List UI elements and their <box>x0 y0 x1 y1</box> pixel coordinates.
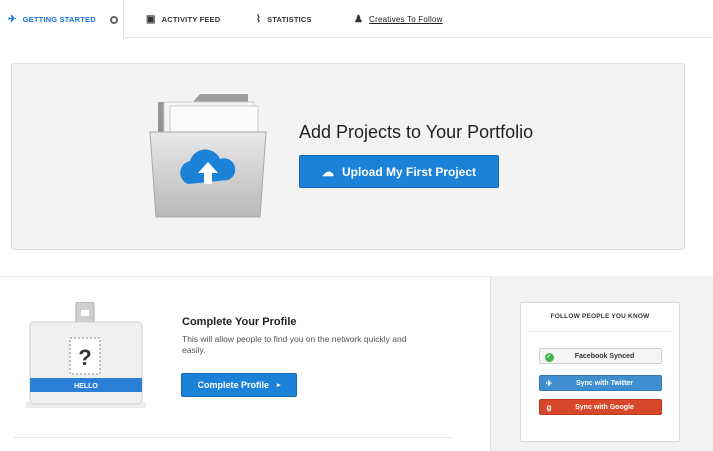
tab-bar: ✈ GETTING STARTED ▣ ACTIVITY FEED ⌇ STAT… <box>0 0 713 39</box>
facebook-label: Facebook Synced <box>574 352 635 360</box>
gear-icon[interactable] <box>109 15 118 24</box>
follow-sidebar: FOLLOW PEOPLE YOU KNOW ✓ Facebook Synced… <box>490 276 713 451</box>
complete-profile-button[interactable]: Complete Profile ▸ <box>181 373 297 397</box>
divider <box>0 276 490 277</box>
tab-label: GETTING STARTED <box>22 15 96 24</box>
folder-upload-icon <box>149 94 267 218</box>
chevron-right-icon: ▸ <box>277 382 281 389</box>
pulse-icon: ⌇ <box>256 13 262 25</box>
upload-first-project-button[interactable]: ☁ Upload My First Project <box>299 155 499 188</box>
cloud-upload-icon: ☁ <box>321 164 334 179</box>
tab-creatives-to-follow[interactable]: ♟ Creatives To Follow <box>354 0 443 38</box>
upload-button-label: Upload My First Project <box>341 164 477 179</box>
follow-heading: FOLLOW PEOPLE YOU KNOW <box>550 313 650 320</box>
id-badge-icon: ? HELLO <box>26 302 146 408</box>
twitter-label: Sync with Twitter <box>575 379 634 387</box>
feed-icon: ▣ <box>146 13 156 25</box>
plane-icon: ✈ <box>8 14 17 25</box>
divider <box>529 331 671 332</box>
complete-button-label: Complete Profile <box>197 380 269 390</box>
profile-heading: Complete Your Profile <box>182 316 297 328</box>
google-icon: g <box>546 402 552 412</box>
sync-twitter-button[interactable]: ✈ Sync with Twitter <box>539 375 662 391</box>
tab-statistics[interactable]: ⌇ STATISTICS <box>256 0 312 38</box>
tab-activity-feed[interactable]: ▣ ACTIVITY FEED <box>146 0 220 38</box>
badge-hello-label: HELLO <box>74 383 98 390</box>
profile-description: This will allow people to find you on th… <box>182 334 407 355</box>
page-title: Add Projects to Your Portfolio <box>299 122 534 142</box>
people-icon: ♟ <box>354 13 364 25</box>
tab-label[interactable]: Creatives To Follow <box>369 15 442 24</box>
facebook-synced-button[interactable]: ✓ Facebook Synced <box>539 348 662 364</box>
twitter-bird-icon: ✈ <box>545 378 553 388</box>
sync-google-button[interactable]: g Sync with Google <box>539 399 662 415</box>
google-label: Sync with Google <box>575 403 634 411</box>
tab-label: STATISTICS <box>267 14 312 24</box>
tab-label: ACTIVITY FEED <box>161 14 221 24</box>
add-projects-panel: Add Projects to Your Portfolio ☁ Upload … <box>11 63 685 250</box>
check-icon: ✓ <box>544 352 554 362</box>
divider <box>14 437 452 438</box>
tab-getting-started[interactable]: ✈ GETTING STARTED <box>0 0 124 39</box>
follow-people-box: FOLLOW PEOPLE YOU KNOW ✓ Facebook Synced… <box>520 302 680 442</box>
badge-question-mark: ? <box>78 345 91 370</box>
